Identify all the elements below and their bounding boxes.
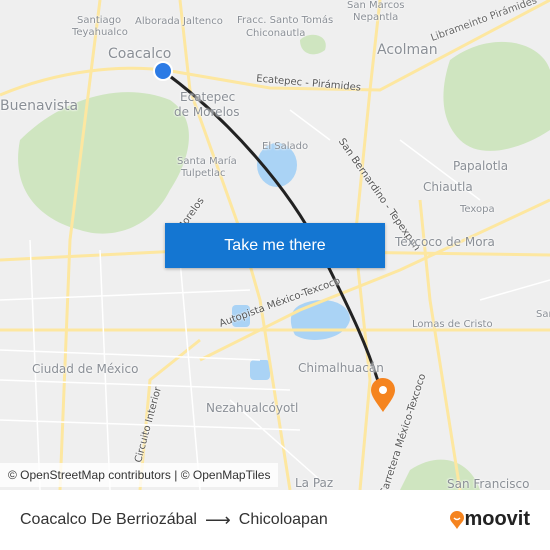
map-label: Buenavista [0, 98, 79, 114]
map-label: San Marcos [347, 0, 405, 11]
origin-name: Coacalco De Berriozábal [20, 511, 197, 528]
map-label: Chiconautla [246, 28, 306, 39]
map-label: Texopa [460, 204, 495, 215]
map-label: Texcoco de Mora [395, 235, 495, 249]
origin-marker [153, 61, 173, 81]
map-label: Coacalco [108, 46, 172, 62]
map-label: Acolman [377, 42, 438, 58]
take-me-there-button[interactable]: Take me there [165, 223, 385, 268]
map-label: Ecatepec [180, 90, 236, 104]
map-label: Santa María [177, 156, 237, 167]
map-label: Nepantla [353, 12, 399, 23]
map-label: Fracc. Santo Tomás [237, 15, 334, 26]
destination-marker [371, 378, 395, 412]
map-label: Tulpetlac [181, 168, 226, 179]
map-label: La Paz [295, 476, 334, 490]
map-label: Papalotla [453, 159, 509, 173]
map-label: Nezahualcóyotl [206, 401, 299, 415]
moovit-pin-icon [450, 510, 465, 529]
map-attribution[interactable]: © OpenStreetMap contributors | © OpenMap… [0, 463, 279, 487]
map-label: Chimalhuacán [298, 361, 384, 375]
map-label: Alborada Jaltenco [135, 16, 223, 27]
map-label: Chiautla [423, 180, 473, 194]
moovit-logo: moovit [450, 508, 530, 531]
map-label: Ciudad de México [32, 362, 139, 376]
destination-name: Chicoloapan [238, 511, 328, 528]
map-label: San [536, 309, 550, 320]
map[interactable]: Santiago Teyahualco Alborada Jaltenco Fr… [0, 0, 550, 490]
map-label: Lomas de Cristo [412, 319, 493, 330]
map-label: San Francisco [447, 477, 530, 490]
map-label: Santiago [77, 15, 122, 26]
map-label: de Morelos [174, 105, 240, 119]
map-label: Teyahualco [72, 27, 128, 38]
arrow-right-icon: ⟶ [204, 509, 231, 530]
map-label: El Salado [262, 141, 309, 152]
